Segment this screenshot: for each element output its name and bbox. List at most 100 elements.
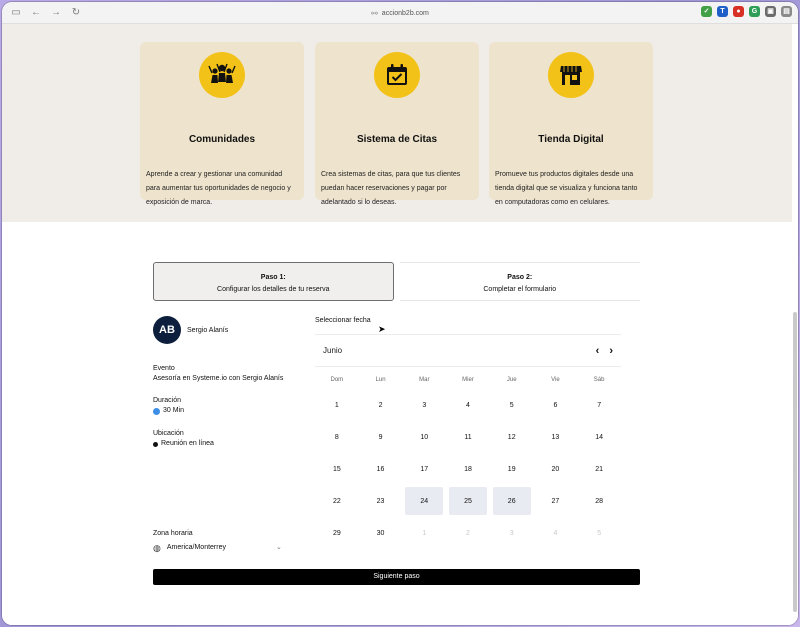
link-icon: ⚯ — [371, 8, 378, 18]
features-section: Comunidades Aprende a crear y gestionar … — [2, 24, 792, 222]
location-info: Ubicación Reunión en línea — [153, 429, 214, 449]
calendar-day[interactable]: 2 — [362, 391, 400, 419]
calendar-header: Junio ‹ › — [315, 334, 621, 367]
calendar-day[interactable]: 30 — [362, 519, 400, 547]
calendar-day[interactable]: 14 — [580, 423, 618, 451]
feature-card-sistema-citas: Sistema de Citas Crea sistemas de citas,… — [315, 42, 479, 206]
calendar-day[interactable]: 24 — [405, 487, 444, 515]
duration-value: 30 Min — [163, 407, 185, 414]
duration-label: Duración — [153, 397, 182, 404]
calendar-day[interactable]: 27 — [537, 487, 575, 515]
calendar-day[interactable]: 5 — [493, 391, 531, 419]
calendar-day[interactable]: 15 — [318, 455, 356, 483]
calendar-day[interactable]: 16 — [362, 455, 400, 483]
calendar-day[interactable]: 22 — [318, 487, 356, 515]
calendar-day[interactable]: 23 — [362, 487, 400, 515]
calendar-day[interactable]: 1 — [318, 391, 356, 419]
toolbox-extension-icon[interactable]: ▣ — [765, 6, 776, 17]
calendar-day[interactable]: 8 — [318, 423, 356, 451]
calendar-day[interactable]: 12 — [493, 423, 531, 451]
calendar-day[interactable]: 11 — [449, 423, 487, 451]
step-1-tab[interactable]: Paso 1: Configurar los detalles de tu re… — [153, 262, 394, 301]
address-bar[interactable]: ⚯ accionb2b.com — [2, 2, 798, 24]
days-grid: 1 2 3 4 5 6 7 8 9 10 11 12 13 14 15 16 17 18 19 20 21 22 23 24 2… — [315, 391, 621, 547]
weekday-label: Mar — [419, 377, 430, 383]
calendar-day[interactable]: 18 — [449, 455, 487, 483]
calendar-day[interactable]: 19 — [493, 455, 531, 483]
step-subtitle: Completar el formulario — [483, 286, 557, 293]
reload-icon[interactable]: ↻ — [70, 7, 82, 18]
calendar-day[interactable]: 3 — [405, 391, 443, 419]
host-info: AB Sergio Alanís — [153, 316, 228, 344]
weekday-label: Mier — [462, 377, 474, 383]
timezone-info: Zona horaria ◍ America/Monterrey ⌄ — [153, 529, 282, 553]
event-label: Evento — [153, 365, 175, 372]
timezone-label: Zona horaria — [153, 530, 193, 537]
step-subtitle: Configurar los detalles de tu reserva — [217, 286, 330, 293]
calendar-month: Junio — [323, 346, 343, 355]
calendar-day[interactable]: 29 — [318, 519, 356, 547]
weekday-label: Vie — [551, 377, 560, 383]
community-icon — [199, 52, 245, 98]
calendar-day[interactable]: 4 — [449, 391, 487, 419]
timezone-select[interactable]: ◍ America/Monterrey ⌄ — [153, 543, 282, 553]
browser-window: ▭ ← → ↻ ⚯ accionb2b.com ✓ T ● G ▣ ▤ Comu… — [2, 2, 798, 625]
grammar-extension-icon[interactable]: G — [749, 6, 760, 17]
avatar-logo-text: AB — [159, 324, 175, 336]
timezone-value: America/Monterrey — [166, 544, 226, 551]
feature-description: Promueve tus productos digitales desde u… — [495, 171, 638, 206]
calendar-day: 2 — [466, 529, 470, 537]
forward-arrow-icon[interactable]: → — [50, 7, 62, 18]
sidebar-toggle-icon[interactable]: ▭ — [10, 7, 22, 18]
next-month-icon[interactable]: › — [609, 345, 613, 357]
record-extension-icon[interactable]: ● — [733, 6, 744, 17]
mouse-cursor-icon: ➤ — [378, 324, 386, 334]
step-2-tab[interactable]: Paso 2: Completar el formulario — [399, 262, 640, 301]
page-scrollbar[interactable] — [792, 24, 798, 625]
location-value: Reunión en línea — [161, 440, 214, 447]
feature-card-tienda-digital: Tienda Digital Promueve tus productos di… — [489, 42, 653, 206]
weekday-row: Dom Lun Mar Mier Jue Vie Sáb — [315, 377, 621, 383]
calendar-icon — [374, 52, 420, 98]
weekday-label: Lun — [375, 377, 386, 383]
weekday-label: Jue — [506, 377, 517, 383]
calendar-day[interactable]: 6 — [537, 391, 575, 419]
step-title: Paso 1: — [260, 274, 286, 281]
store-icon — [548, 52, 594, 98]
next-step-button[interactable]: Siguiente paso — [153, 569, 640, 585]
feature-title: Tienda Digital — [538, 134, 604, 145]
calendar-day: 5 — [597, 529, 602, 537]
event-info: Evento Asesoría en Systeme.io con Sergio… — [153, 364, 283, 384]
avatar: AB — [153, 316, 181, 344]
calendar-day[interactable]: 26 — [492, 487, 531, 515]
calendar-day[interactable]: 13 — [537, 423, 575, 451]
board-extension-icon[interactable]: T — [717, 6, 728, 17]
feature-title: Comunidades — [188, 134, 256, 145]
calendar-day: 3 — [509, 529, 514, 537]
page-extension-icon[interactable]: ▤ — [781, 6, 792, 17]
calendar-day[interactable]: 21 — [580, 455, 618, 483]
feature-description: Crea sistemas de citas, para que tus cli… — [321, 171, 461, 206]
calendar-day[interactable]: 28 — [580, 487, 618, 515]
prev-month-icon[interactable]: ‹ — [596, 345, 600, 357]
location-label: Ubicación — [153, 430, 184, 437]
feature-description: Aprende a crear y gestionar una comunida… — [146, 171, 291, 206]
chevron-down-icon: ⌄ — [276, 544, 282, 551]
event-value: Asesoría en Systeme.io con Sergio Alanís — [153, 375, 284, 382]
calendar-day[interactable]: 20 — [537, 455, 575, 483]
scrollbar-thumb[interactable] — [793, 312, 797, 612]
host-name: Sergio Alanís — [187, 326, 229, 334]
back-arrow-icon[interactable]: ← — [30, 7, 42, 18]
date-calendar: Junio ‹ › Dom Lun Mar Mier Jue Vie Sáb 1234567… — [315, 334, 621, 547]
duration-info: Duración 30 Min — [153, 396, 184, 416]
calendar-day[interactable]: 25 — [449, 487, 487, 515]
calendar-day[interactable]: 17 — [405, 455, 443, 483]
booking-steps: Paso 1: Configurar los detalles de tu re… — [153, 262, 640, 301]
calendar-day[interactable]: 7 — [580, 391, 618, 419]
calendar-day[interactable]: 9 — [362, 423, 400, 451]
shield-extension-icon[interactable]: ✓ — [701, 6, 712, 17]
page-content: Comunidades Aprende a crear y gestionar … — [2, 24, 798, 625]
calendar-day: 1 — [422, 529, 427, 537]
weekday-label: Dom — [330, 377, 344, 383]
calendar-day[interactable]: 10 — [405, 423, 443, 451]
